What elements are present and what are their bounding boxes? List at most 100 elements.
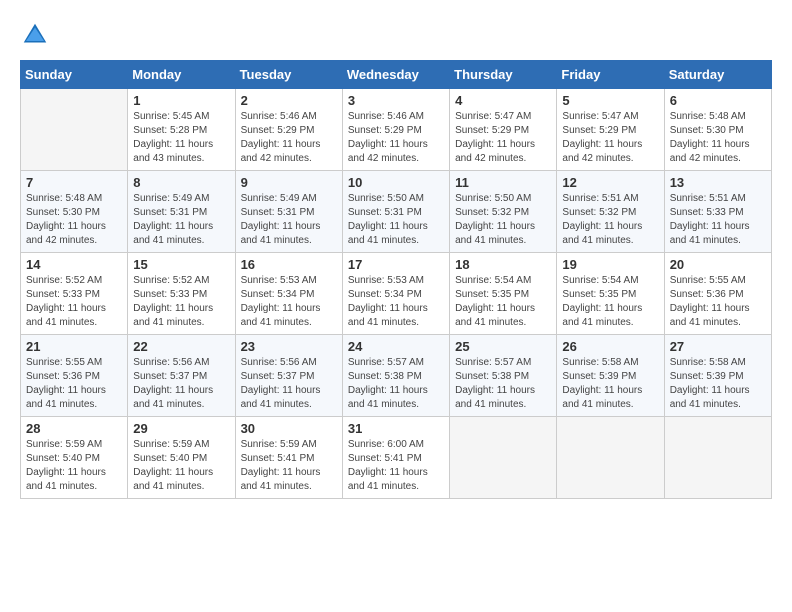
calendar-cell: 22Sunrise: 5:56 AMSunset: 5:37 PMDayligh… (128, 335, 235, 417)
day-number: 25 (455, 339, 551, 354)
column-header-saturday: Saturday (664, 61, 771, 89)
day-info: Sunrise: 5:54 AMSunset: 5:35 PMDaylight:… (455, 274, 551, 330)
day-info: Sunrise: 5:56 AMSunset: 5:37 PMDaylight:… (133, 356, 229, 412)
day-number: 24 (348, 339, 444, 354)
day-info: Sunrise: 5:58 AMSunset: 5:39 PMDaylight:… (562, 356, 658, 412)
calendar-cell: 31Sunrise: 6:00 AMSunset: 5:41 PMDayligh… (342, 417, 449, 499)
day-info: Sunrise: 5:59 AMSunset: 5:40 PMDaylight:… (26, 438, 122, 494)
logo-icon (20, 20, 50, 50)
day-info: Sunrise: 5:57 AMSunset: 5:38 PMDaylight:… (455, 356, 551, 412)
calendar-table: SundayMondayTuesdayWednesdayThursdayFrid… (20, 60, 772, 499)
day-number: 14 (26, 257, 122, 272)
day-number: 5 (562, 93, 658, 108)
calendar-cell (664, 417, 771, 499)
calendar-week-3: 14 Sunrise: 5:52 AMSunset: 5:33 PMDayligh… (21, 253, 772, 335)
column-header-monday: Monday (128, 61, 235, 89)
column-header-tuesday: Tuesday (235, 61, 342, 89)
calendar-week-2: 7 Sunrise: 5:48 AMSunset: 5:30 PMDaylight… (21, 171, 772, 253)
calendar-cell: 30 Sunrise: 5:59 AMSunset: 5:41 PMDayligh… (235, 417, 342, 499)
day-info: Sunrise: 5:56 AMSunset: 5:37 PMDaylight:… (241, 356, 337, 412)
day-info: Sunrise: 5:57 AMSunset: 5:38 PMDaylight:… (348, 356, 444, 412)
calendar-cell: 24 Sunrise: 5:57 AMSunset: 5:38 PMDayligh… (342, 335, 449, 417)
calendar-cell: 20 Sunrise: 5:55 AMSunset: 5:36 PMDayligh… (664, 253, 771, 335)
calendar-cell: 26 Sunrise: 5:58 AMSunset: 5:39 PMDayligh… (557, 335, 664, 417)
day-number: 30 (241, 421, 337, 436)
day-info: Sunrise: 5:51 AMSunset: 5:33 PMDaylight:… (670, 192, 766, 248)
day-info: Sunrise: 5:46 AMSunset: 5:29 PMDaylight:… (241, 110, 337, 166)
calendar-cell: 9 Sunrise: 5:49 AMSunset: 5:31 PMDaylight… (235, 171, 342, 253)
calendar-cell: 27 Sunrise: 5:58 AMSunset: 5:39 PMDayligh… (664, 335, 771, 417)
calendar-cell: 6 Sunrise: 5:48 AMSunset: 5:30 PMDaylight… (664, 89, 771, 171)
day-info: Sunrise: 5:48 AMSunset: 5:30 PMDaylight:… (26, 192, 122, 248)
day-number: 10 (348, 175, 444, 190)
day-info: Sunrise: 5:58 AMSunset: 5:39 PMDaylight:… (670, 356, 766, 412)
calendar-cell (21, 89, 128, 171)
day-info: Sunrise: 5:47 AMSunset: 5:29 PMDaylight:… (562, 110, 658, 166)
day-number: 9 (241, 175, 337, 190)
day-info: Sunrise: 5:49 AMSunset: 5:31 PMDaylight:… (133, 192, 229, 248)
day-info: Sunrise: 5:46 AMSunset: 5:29 PMDaylight:… (348, 110, 444, 166)
calendar-cell: 14 Sunrise: 5:52 AMSunset: 5:33 PMDayligh… (21, 253, 128, 335)
page-header (20, 20, 772, 50)
column-header-sunday: Sunday (21, 61, 128, 89)
day-info: Sunrise: 5:52 AMSunset: 5:33 PMDaylight:… (26, 274, 122, 330)
calendar-cell: 2 Sunrise: 5:46 AMSunset: 5:29 PMDaylight… (235, 89, 342, 171)
calendar-cell: 4Sunrise: 5:47 AMSunset: 5:29 PMDaylight… (450, 89, 557, 171)
day-number: 16 (241, 257, 337, 272)
day-info: Sunrise: 5:53 AMSunset: 5:34 PMDaylight:… (241, 274, 337, 330)
calendar-cell: 15Sunrise: 5:52 AMSunset: 5:33 PMDayligh… (128, 253, 235, 335)
day-info: Sunrise: 5:48 AMSunset: 5:30 PMDaylight:… (670, 110, 766, 166)
day-info: Sunrise: 5:50 AMSunset: 5:31 PMDaylight:… (348, 192, 444, 248)
column-header-thursday: Thursday (450, 61, 557, 89)
day-number: 27 (670, 339, 766, 354)
day-number: 18 (455, 257, 551, 272)
day-number: 19 (562, 257, 658, 272)
calendar-week-1: 1 Sunrise: 5:45 AMSunset: 5:28 PMDaylight… (21, 89, 772, 171)
day-number: 1 (133, 93, 229, 108)
day-info: Sunrise: 5:54 AMSunset: 5:35 PMDaylight:… (562, 274, 658, 330)
day-number: 23 (241, 339, 337, 354)
day-number: 6 (670, 93, 766, 108)
calendar-cell (450, 417, 557, 499)
calendar-cell: 18 Sunrise: 5:54 AMSunset: 5:35 PMDayligh… (450, 253, 557, 335)
day-number: 26 (562, 339, 658, 354)
calendar-cell: 12 Sunrise: 5:51 AMSunset: 5:32 PMDayligh… (557, 171, 664, 253)
day-info: Sunrise: 5:53 AMSunset: 5:34 PMDaylight:… (348, 274, 444, 330)
day-number: 3 (348, 93, 444, 108)
day-info: Sunrise: 5:45 AMSunset: 5:28 PMDaylight:… (133, 110, 229, 166)
day-number: 4 (455, 93, 551, 108)
day-number: 8 (133, 175, 229, 190)
calendar-cell: 23 Sunrise: 5:56 AMSunset: 5:37 PMDayligh… (235, 335, 342, 417)
day-info: Sunrise: 5:55 AMSunset: 5:36 PMDaylight:… (670, 274, 766, 330)
day-number: 7 (26, 175, 122, 190)
day-info: Sunrise: 5:50 AMSunset: 5:32 PMDaylight:… (455, 192, 551, 248)
calendar-cell: 17Sunrise: 5:53 AMSunset: 5:34 PMDayligh… (342, 253, 449, 335)
calendar-cell: 10 Sunrise: 5:50 AMSunset: 5:31 PMDayligh… (342, 171, 449, 253)
calendar-cell: 7 Sunrise: 5:48 AMSunset: 5:30 PMDaylight… (21, 171, 128, 253)
calendar-cell: 1 Sunrise: 5:45 AMSunset: 5:28 PMDaylight… (128, 89, 235, 171)
day-info: Sunrise: 5:55 AMSunset: 5:36 PMDaylight:… (26, 356, 122, 412)
day-number: 20 (670, 257, 766, 272)
logo (20, 20, 52, 50)
calendar-cell: 28Sunrise: 5:59 AMSunset: 5:40 PMDayligh… (21, 417, 128, 499)
day-info: Sunrise: 5:59 AMSunset: 5:40 PMDaylight:… (133, 438, 229, 494)
day-number: 13 (670, 175, 766, 190)
day-info: Sunrise: 6:00 AMSunset: 5:41 PMDaylight:… (348, 438, 444, 494)
calendar-header-row: SundayMondayTuesdayWednesdayThursdayFrid… (21, 61, 772, 89)
calendar-cell: 29 Sunrise: 5:59 AMSunset: 5:40 PMDayligh… (128, 417, 235, 499)
day-info: Sunrise: 5:59 AMSunset: 5:41 PMDaylight:… (241, 438, 337, 494)
calendar-cell: 16 Sunrise: 5:53 AMSunset: 5:34 PMDayligh… (235, 253, 342, 335)
day-number: 11 (455, 175, 551, 190)
day-number: 29 (133, 421, 229, 436)
calendar-cell: 8 Sunrise: 5:49 AMSunset: 5:31 PMDaylight… (128, 171, 235, 253)
calendar-week-4: 21Sunrise: 5:55 AMSunset: 5:36 PMDayligh… (21, 335, 772, 417)
calendar-cell: 13 Sunrise: 5:51 AMSunset: 5:33 PMDayligh… (664, 171, 771, 253)
day-number: 2 (241, 93, 337, 108)
day-info: Sunrise: 5:49 AMSunset: 5:31 PMDaylight:… (241, 192, 337, 248)
column-header-wednesday: Wednesday (342, 61, 449, 89)
day-number: 12 (562, 175, 658, 190)
day-info: Sunrise: 5:52 AMSunset: 5:33 PMDaylight:… (133, 274, 229, 330)
calendar-cell: 11 Sunrise: 5:50 AMSunset: 5:32 PMDayligh… (450, 171, 557, 253)
day-info: Sunrise: 5:51 AMSunset: 5:32 PMDaylight:… (562, 192, 658, 248)
calendar-cell: 19 Sunrise: 5:54 AMSunset: 5:35 PMDayligh… (557, 253, 664, 335)
